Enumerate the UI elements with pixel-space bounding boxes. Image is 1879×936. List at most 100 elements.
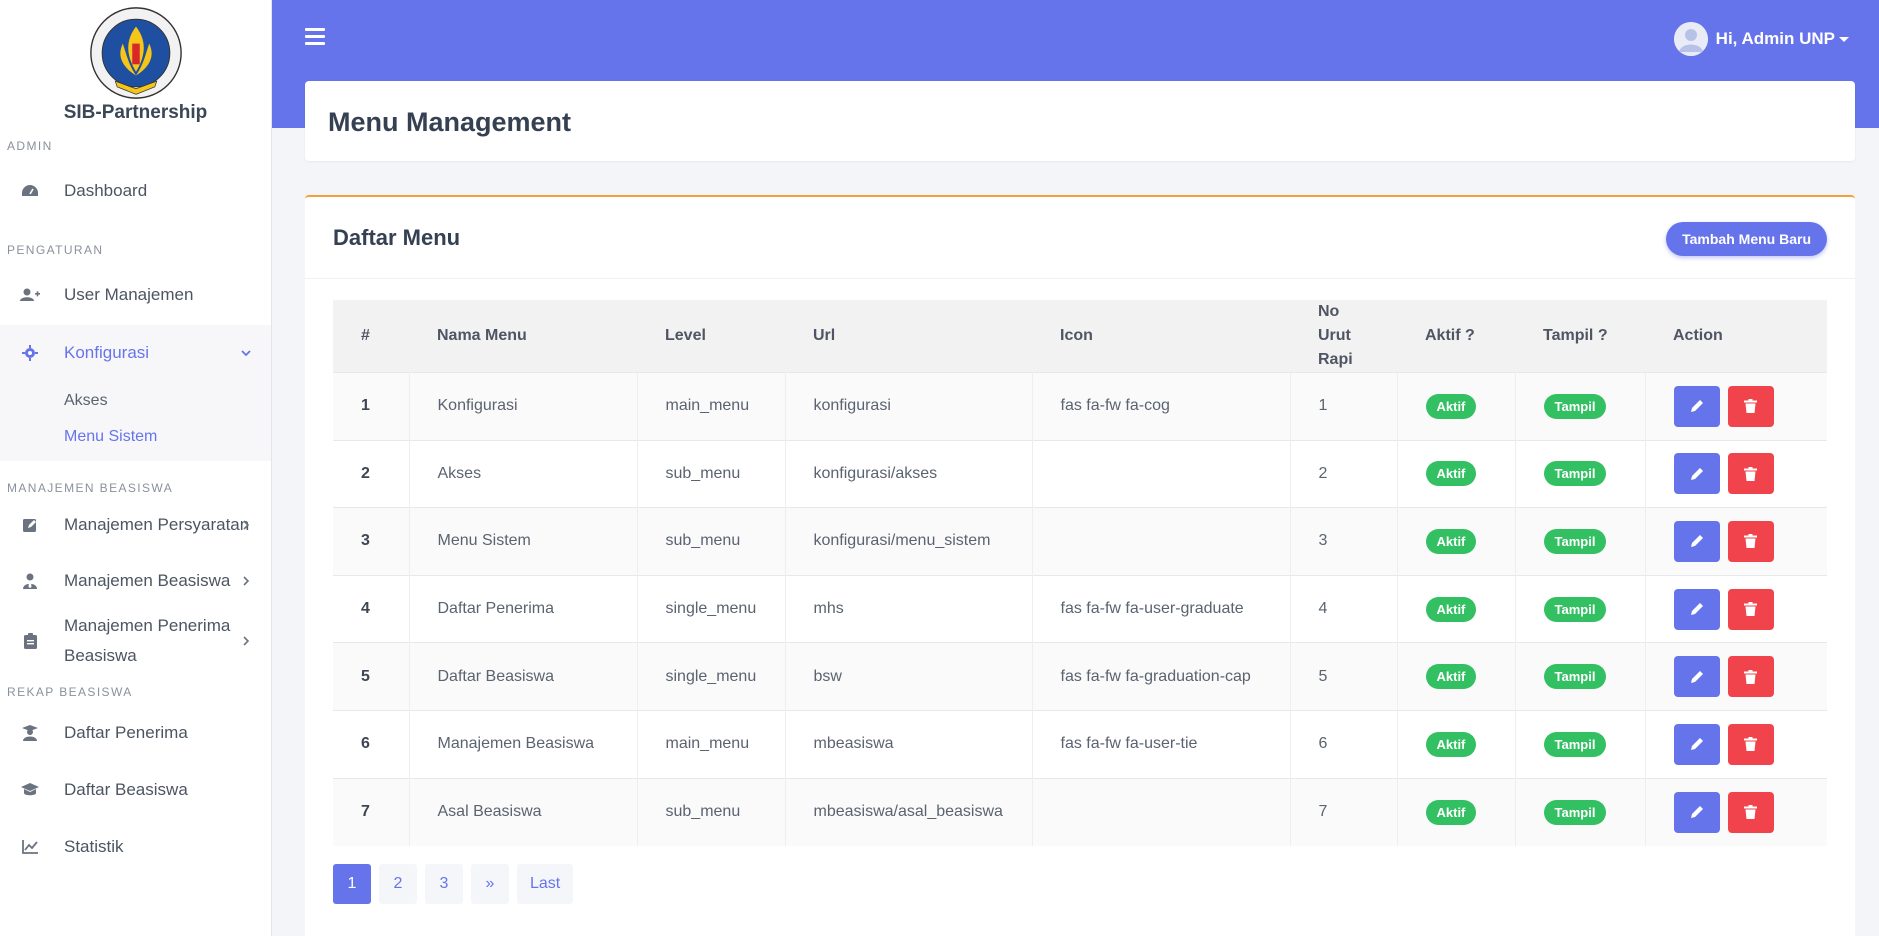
urut-line-1: No (1318, 303, 1340, 320)
trash-icon (1744, 669, 1757, 684)
page-3-button[interactable]: 3 (425, 864, 463, 904)
cell-num: 3 (333, 507, 410, 576)
cell-aktif: Aktif (1397, 575, 1516, 643)
cell-tampil: Tampil (1515, 710, 1646, 779)
delete-button[interactable] (1727, 385, 1774, 427)
edit-button[interactable] (1673, 791, 1720, 833)
col-header-aktif[interactable]: Aktif ? (1397, 300, 1515, 373)
cell-nama: Akses (409, 440, 638, 508)
delete-button[interactable] (1727, 656, 1774, 698)
sidebar-item-user-manajemen[interactable]: User Manajemen (0, 265, 271, 325)
cell-action (1645, 575, 1827, 643)
sidebar-subitem-menu-sistem[interactable]: Menu Sistem (0, 421, 271, 461)
delete-button[interactable] (1727, 453, 1774, 495)
pencil-icon (1690, 467, 1703, 480)
cell-action (1645, 373, 1827, 441)
tampil-badge: Tampil (1543, 461, 1607, 487)
pencil-icon (1690, 738, 1703, 751)
tampil-badge: Tampil (1543, 799, 1607, 825)
table-row: 7 Asal Beasiswa sub_menu mbeasiswa/asal_bea… (333, 778, 1827, 846)
edit-button[interactable] (1673, 656, 1720, 698)
table-row: 3 Menu Sistem sub_menu konfigurasi/menu_sis… (333, 507, 1827, 576)
cell-url: mbeasiswa/asal_beasiswa (785, 778, 1033, 846)
cell-nama: Asal Beasiswa (409, 778, 638, 846)
card-title: Daftar Menu (333, 225, 461, 250)
cell-icon: fas fa-fw fa-user-graduate (1032, 575, 1291, 643)
user-plus-icon (20, 285, 40, 305)
delete-button[interactable] (1727, 791, 1774, 833)
edit-button[interactable] (1673, 520, 1720, 562)
brand[interactable]: SIB-Partnership (0, 0, 271, 130)
row-actions (1673, 453, 1800, 495)
table-row: 4 Daftar Penerima single_menu mhs fas fa-fw … (333, 575, 1827, 643)
cell-url: bsw (785, 642, 1033, 711)
add-menu-button[interactable]: Tambah Menu Baru (1666, 222, 1827, 256)
cell-urut: 4 (1290, 575, 1398, 643)
cell-icon: fas fa-fw fa-graduation-cap (1032, 642, 1291, 711)
cell-nama: Daftar Beasiswa (409, 642, 638, 711)
trash-icon (1744, 737, 1757, 752)
page-title: Menu Management (328, 107, 572, 137)
edit-button[interactable] (1673, 385, 1720, 427)
cell-level: sub_menu (637, 440, 786, 508)
row-actions (1673, 588, 1800, 630)
hamburger-menu-icon[interactable] (305, 28, 325, 46)
trash-icon (1744, 534, 1757, 549)
col-header-icon[interactable]: Icon (1032, 300, 1290, 373)
section-pengaturan: PENGATURAN (7, 243, 104, 257)
edit-button[interactable] (1673, 588, 1720, 630)
sidebar-item-daftar-beasiswa[interactable]: Daftar Beasiswa (0, 763, 271, 817)
col-header-nama[interactable]: Nama Menu (409, 300, 637, 373)
pencil-icon (1690, 670, 1703, 683)
page-2-button[interactable]: 2 (379, 864, 417, 904)
user-dropdown[interactable]: Hi, Admin UNP (1673, 22, 1849, 56)
sidebar-item-konfigurasi[interactable]: Konfigurasi (0, 325, 271, 381)
table-row: 6 Manajemen Beasiswa main_menu mbeasiswa fas… (333, 710, 1827, 779)
graduation-cap-icon (20, 780, 40, 800)
sidebar: SIB-Partnership ADMIN Dashboard PENGATUR… (0, 0, 272, 936)
table-row: 5 Daftar Beasiswa single_menu bsw fas fa-fw … (333, 642, 1827, 711)
next-page-button[interactable]: » (471, 864, 509, 904)
cell-urut: 5 (1290, 642, 1398, 711)
cell-nama: Manajemen Beasiswa (409, 710, 638, 779)
cell-level: main_menu (637, 372, 786, 441)
tampil-badge: Tampil (1543, 596, 1607, 622)
edit-button[interactable] (1673, 723, 1720, 765)
edit-button[interactable] (1673, 453, 1720, 495)
sidebar-item-label: Manajemen Penerima Beasiswa (64, 611, 230, 671)
cell-tampil: Tampil (1515, 642, 1646, 711)
trash-icon (1744, 466, 1757, 481)
col-header-num[interactable]: # (333, 300, 409, 373)
sidebar-item-label: User Manajemen (64, 285, 194, 304)
delete-button[interactable] (1727, 520, 1774, 562)
cell-urut: 2 (1290, 440, 1398, 508)
sidebar-item-manajemen-beasiswa[interactable]: Manajemen Beasiswa (0, 553, 271, 609)
sidebar-item-daftar-penerima[interactable]: Daftar Penerima (0, 703, 271, 763)
delete-button[interactable] (1727, 723, 1774, 765)
cell-level: main_menu (637, 710, 786, 779)
cell-num: 4 (333, 575, 410, 643)
row-actions (1673, 656, 1800, 698)
sidebar-item-manajemen-penerima-beasiswa[interactable]: Manajemen Penerima Beasiswa (0, 609, 271, 673)
col-header-tampil[interactable]: Tampil ? (1515, 300, 1645, 373)
sidebar-item-dashboard[interactable]: Dashboard (0, 161, 271, 221)
delete-button[interactable] (1727, 588, 1774, 630)
cell-level: sub_menu (637, 778, 786, 846)
page-1-button[interactable]: 1 (333, 864, 371, 904)
col-header-urut[interactable]: No Urut Rapi (1290, 300, 1397, 373)
col-header-url[interactable]: Url (785, 300, 1032, 373)
sidebar-item-manajemen-persyaratan[interactable]: Manajemen Persyaratan (0, 497, 271, 553)
user-tie-icon (20, 571, 40, 591)
row-actions (1673, 723, 1800, 765)
sidebar-subitem-akses[interactable]: Akses (0, 381, 271, 421)
trash-icon (1744, 399, 1757, 414)
cell-level: sub_menu (637, 507, 786, 576)
chart-line-icon (20, 837, 40, 857)
chevron-right-icon (243, 636, 250, 646)
sidebar-item-statistik[interactable]: Statistik (0, 817, 271, 877)
cell-level: single_menu (637, 575, 786, 643)
section-rekap-beasiswa: REKAP BEASISWA (7, 685, 133, 699)
col-header-level[interactable]: Level (637, 300, 785, 373)
aktif-badge: Aktif (1425, 393, 1477, 419)
last-page-button[interactable]: Last (517, 864, 574, 904)
